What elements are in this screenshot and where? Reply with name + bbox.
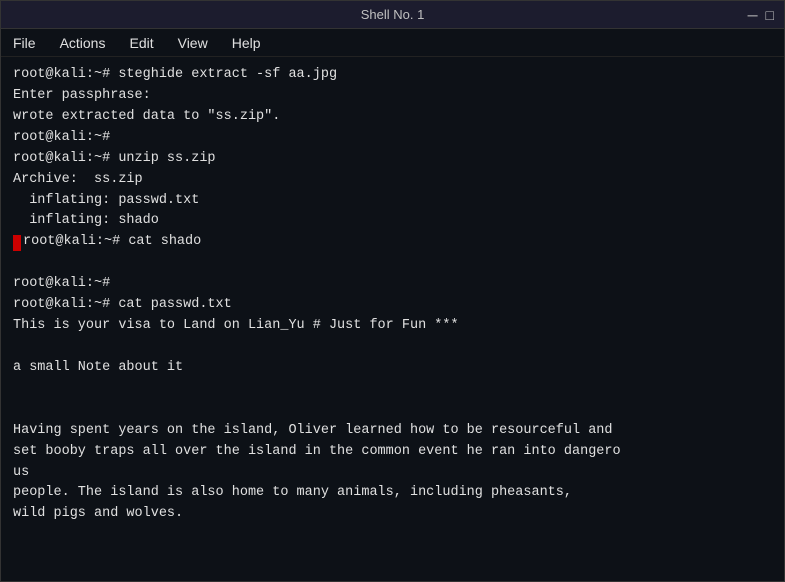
terminal-highlight-line: root@kali:~# cat shado xyxy=(13,232,772,253)
menu-view[interactable]: View xyxy=(174,33,212,53)
terminal-line: root@kali:~# xyxy=(13,274,772,295)
terminal-window: Shell No. 1 ─ □ File Actions Edit View H… xyxy=(0,0,785,582)
terminal-line: a small Note about it xyxy=(13,358,772,379)
menu-edit[interactable]: Edit xyxy=(125,33,157,53)
cursor-block xyxy=(13,235,21,251)
window-title: Shell No. 1 xyxy=(361,7,425,22)
terminal-line: root@kali:~# unzip ss.zip xyxy=(13,149,772,170)
terminal-line: set booby traps all over the island in t… xyxy=(13,442,772,463)
maximize-button[interactable]: □ xyxy=(766,8,774,22)
terminal-empty-line xyxy=(13,379,772,400)
menu-actions[interactable]: Actions xyxy=(56,33,110,53)
terminal-body[interactable]: root@kali:~# steghide extract -sf aa.jpg… xyxy=(1,57,784,581)
terminal-line: root@kali:~# xyxy=(13,128,772,149)
terminal-line: people. The island is also home to many … xyxy=(13,483,772,504)
terminal-empty-line xyxy=(13,253,772,274)
terminal-line: This is your visa to Land on Lian_Yu # J… xyxy=(13,316,772,337)
terminal-line: inflating: passwd.txt xyxy=(13,191,772,212)
terminal-empty-line xyxy=(13,337,772,358)
terminal-line: Enter passphrase: xyxy=(13,86,772,107)
minimize-button[interactable]: ─ xyxy=(748,8,758,22)
terminal-line: root@kali:~# cat passwd.txt xyxy=(13,295,772,316)
terminal-line: wild pigs and wolves. xyxy=(13,504,772,525)
terminal-empty-line xyxy=(13,400,772,421)
terminal-line: root@kali:~# steghide extract -sf aa.jpg xyxy=(13,65,772,86)
terminal-line: inflating: shado xyxy=(13,211,772,232)
terminal-line: wrote extracted data to "ss.zip". xyxy=(13,107,772,128)
terminal-line: Archive: ss.zip xyxy=(13,170,772,191)
window-controls: ─ □ xyxy=(748,8,774,22)
menu-bar: File Actions Edit View Help xyxy=(1,29,784,57)
terminal-line: us xyxy=(13,463,772,484)
terminal-line: root@kali:~# cat shado xyxy=(23,232,201,253)
title-bar: Shell No. 1 ─ □ xyxy=(1,1,784,29)
menu-help[interactable]: Help xyxy=(228,33,265,53)
terminal-line: Having spent years on the island, Oliver… xyxy=(13,421,772,442)
menu-file[interactable]: File xyxy=(9,33,40,53)
